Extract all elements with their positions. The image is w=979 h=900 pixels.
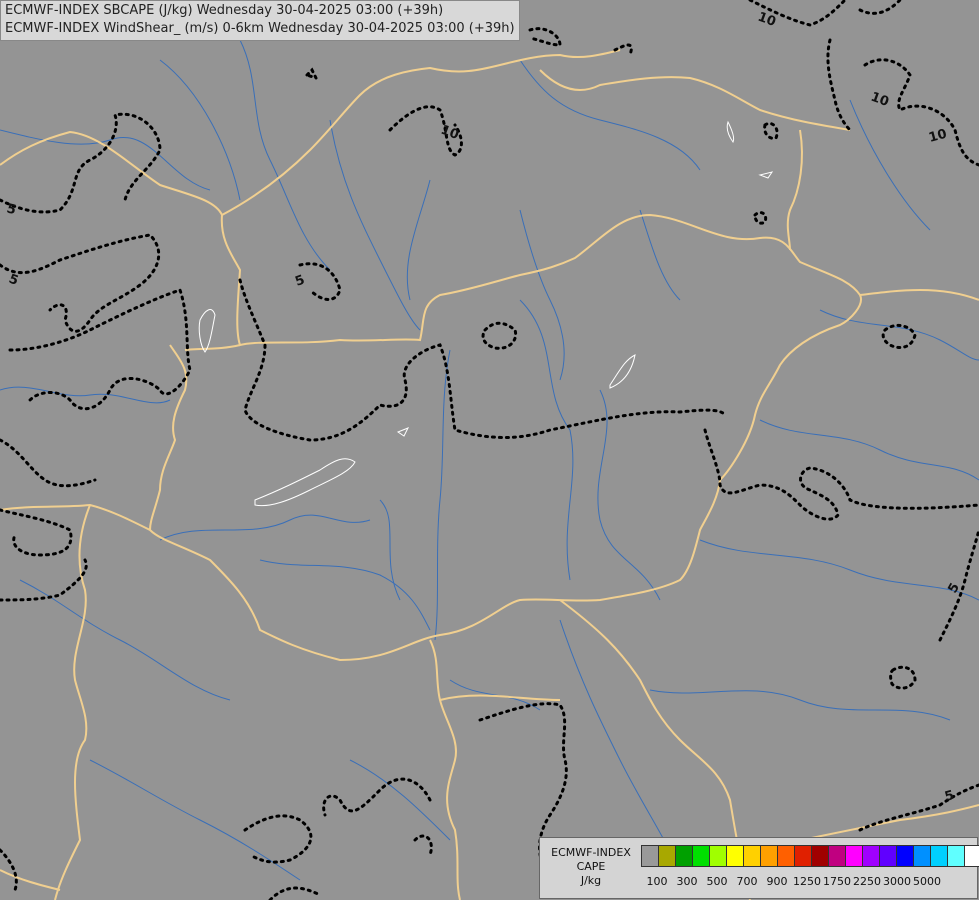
legend-swatch — [709, 845, 727, 867]
legend-tick-label: 700 — [736, 875, 758, 888]
legend-swatch — [828, 845, 846, 867]
contour-label: 5 — [293, 273, 307, 290]
legend-swatch — [794, 845, 812, 867]
legend-swatch — [964, 845, 979, 867]
legend-swatch — [760, 845, 778, 867]
legend-tick-label: 500 — [706, 875, 728, 888]
contour-labels: 10 10 10 10 5 5 5 5 5 — [5, 10, 963, 805]
legend-swatch — [930, 845, 948, 867]
legend-swatch — [862, 845, 880, 867]
legend-swatch — [641, 845, 659, 867]
contour-label: 5 — [943, 788, 956, 805]
legend-swatch — [743, 845, 761, 867]
legend-tick-label: 2250 — [853, 875, 881, 888]
legend-tick-label: 900 — [766, 875, 788, 888]
legend-color-scale — [641, 845, 979, 867]
legend-source: ECMWF-INDEX — [551, 846, 631, 859]
legend-swatch — [658, 845, 676, 867]
legend-swatch — [896, 845, 914, 867]
legend-swatch — [811, 845, 829, 867]
legend-swatch — [879, 845, 897, 867]
lake-balaton — [254, 458, 356, 507]
contour-label: 5 — [7, 272, 21, 289]
lakes — [198, 120, 774, 507]
legend-tick-label: 5000 — [913, 875, 941, 888]
legend-title: ECMWF-INDEX CAPE J/kg — [544, 846, 638, 888]
legend-tick-label: 100 — [646, 875, 668, 888]
legend-swatch — [777, 845, 795, 867]
legend-tick-labels: 100 300 500 700 900 1250 1750 2250 3000 5000 — [641, 875, 971, 889]
cape-legend: ECMWF-INDEX CAPE J/kg 100 300 500 700 900 125… — [539, 837, 979, 899]
legend-tick-label: 1250 — [793, 875, 821, 888]
legend-name: CAPE — [576, 860, 606, 873]
contour-label: 10 — [439, 123, 461, 143]
legend-swatch — [845, 845, 863, 867]
legend-swatch — [913, 845, 931, 867]
legend-swatch — [675, 845, 693, 867]
legend-swatch — [947, 845, 965, 867]
contour-label: 10 — [869, 90, 891, 110]
legend-swatch — [726, 845, 744, 867]
legend-tick-label: 3000 — [883, 875, 911, 888]
lake-neusiedl — [198, 309, 216, 353]
rivers — [0, 39, 979, 881]
country-borders — [0, 49, 979, 900]
map-title-box: ECMWF-INDEX SBCAPE (J/kg) Wednesday 30-0… — [0, 0, 520, 41]
legend-tick-label: 300 — [676, 875, 698, 888]
legend-swatch — [692, 845, 710, 867]
legend-tick-label: 1750 — [823, 875, 851, 888]
title-line-cape: ECMWF-INDEX SBCAPE (J/kg) Wednesday 30-0… — [5, 3, 444, 18]
contour-label: 10 — [927, 127, 948, 146]
weather-map: 10 10 10 10 5 5 5 5 5 — [0, 0, 979, 900]
legend-unit: J/kg — [580, 874, 602, 887]
windshear-contours — [0, 0, 979, 900]
title-line-windshear: ECMWF-INDEX WindShear_ (m/s) 0-6km Wedne… — [5, 21, 515, 36]
